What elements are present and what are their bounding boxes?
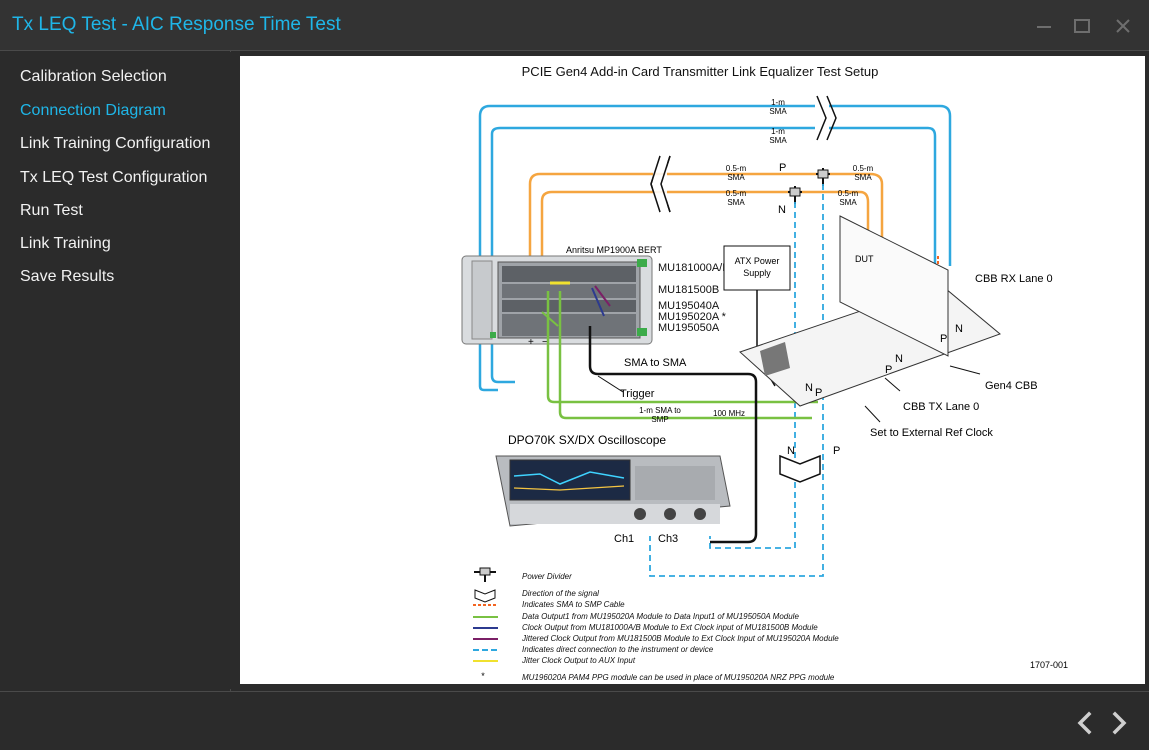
cable-label-1m: 1-m bbox=[771, 98, 785, 107]
atx-label: ATX Power bbox=[735, 256, 780, 266]
cable-label-sma: SMA bbox=[839, 198, 857, 207]
legend-text: Data Output1 from MU195020A Module to Da… bbox=[522, 612, 799, 621]
bert-instrument bbox=[461, 255, 653, 345]
label-p: P bbox=[779, 162, 786, 174]
ext-ref-pointer bbox=[864, 405, 881, 423]
scope-label: DPO70K SX/DX Oscilloscope bbox=[508, 433, 666, 447]
cable-label-05m: 0.5-m bbox=[838, 189, 859, 198]
label-p: P bbox=[940, 333, 947, 345]
connection-diagram: PCIE Gen4 Add-in Card Transmitter Link E… bbox=[240, 56, 1145, 684]
cable-label-05m: 0.5-m bbox=[726, 189, 747, 198]
window-title: Tx LEQ Test - AIC Response Time Test bbox=[12, 14, 341, 35]
cable-label-sma: SMA bbox=[769, 107, 787, 116]
legend-text: Jittered Clock Output from MU181500B Mod… bbox=[521, 634, 839, 643]
chevron-right-icon[interactable] bbox=[1108, 710, 1130, 736]
atx-label: Supply bbox=[743, 268, 771, 278]
legend-text: Indicates direct connection to the instr… bbox=[522, 645, 714, 654]
title-bar: Tx LEQ Test - AIC Response Time Test bbox=[0, 0, 1149, 50]
cable-label-1m: 1-m bbox=[771, 127, 785, 136]
document-id: 1707-001 bbox=[1030, 660, 1068, 670]
cable-label-05m: 0.5-m bbox=[726, 164, 747, 173]
sidebar-item-calibration-selection[interactable]: Calibration Selection bbox=[20, 68, 167, 86]
cable-label-sma: SMA bbox=[854, 173, 872, 182]
cable-blue-outer-left bbox=[478, 116, 498, 392]
legend-text: Clock Output from MU181000A/B Module to … bbox=[522, 623, 818, 632]
gen4-cbb-board bbox=[739, 215, 1001, 407]
diagram-canvas: PCIE Gen4 Add-in Card Transmitter Link E… bbox=[461, 64, 1068, 682]
signal-direction-icon bbox=[474, 589, 496, 603]
footer-bar bbox=[0, 692, 1149, 750]
trigger-label: Trigger bbox=[620, 388, 655, 400]
cable-label-sma-to-smp: 1-m SMA to bbox=[639, 406, 681, 415]
cable-label-sma-to-smp: SMP bbox=[651, 415, 668, 424]
module-label: MU195050A bbox=[658, 322, 720, 334]
legend-text: Indicates SMA to SMP Cable bbox=[522, 600, 625, 609]
label-p: P bbox=[833, 445, 840, 457]
bert-label: Anritsu MP1900A BERT bbox=[566, 245, 662, 255]
dut-label: DUT bbox=[855, 254, 874, 264]
sidebar-item-tx-leq-test-configuration[interactable]: Tx LEQ Test Configuration bbox=[20, 169, 207, 187]
label-n: N bbox=[955, 323, 963, 335]
label-n: N bbox=[787, 445, 795, 457]
label-p: P bbox=[885, 364, 892, 376]
legend: * Power Divider Direction of the signal … bbox=[473, 567, 839, 682]
label-n: N bbox=[778, 204, 786, 216]
ch3-label: Ch3 bbox=[658, 533, 678, 545]
legend-text: Power Divider bbox=[522, 572, 572, 581]
ext-ref-label: Set to External Ref Clock bbox=[870, 427, 993, 439]
sma-to-sma-label: SMA to SMA bbox=[624, 357, 687, 369]
label-plus: + bbox=[528, 337, 534, 348]
power-divider-icon bbox=[474, 567, 496, 582]
cable-label-sma: SMA bbox=[727, 198, 745, 207]
diagram-title: PCIE Gen4 Add-in Card Transmitter Link E… bbox=[522, 64, 879, 79]
label-n: N bbox=[895, 353, 903, 365]
label-n: N bbox=[805, 382, 813, 394]
close-icon[interactable] bbox=[1113, 16, 1133, 36]
cable-label-sma: SMA bbox=[727, 173, 745, 182]
sidebar-item-save-results[interactable]: Save Results bbox=[20, 268, 114, 286]
legend-text: MU196020A PAM4 PPG module can be used in… bbox=[522, 673, 835, 682]
cbb-tx-label: CBB TX Lane 0 bbox=[903, 401, 979, 413]
ch1-label: Ch1 bbox=[614, 533, 634, 545]
sidebar-item-link-training-configuration[interactable]: Link Training Configuration bbox=[20, 135, 210, 153]
legend-text: Direction of the signal bbox=[522, 589, 599, 598]
power-divider-icon bbox=[788, 186, 802, 204]
legend-text: Jitter Clock Output to AUX Input bbox=[521, 656, 636, 665]
maximize-icon[interactable] bbox=[1072, 16, 1092, 36]
chevron-left-icon[interactable] bbox=[1074, 710, 1096, 736]
minimize-icon[interactable] bbox=[1034, 16, 1054, 36]
legend-star: * bbox=[481, 671, 485, 681]
sidebar-item-connection-diagram[interactable]: Connection Diagram bbox=[20, 102, 166, 120]
signal-direction-arrow-down bbox=[779, 454, 821, 483]
gen4-cbb-label: Gen4 CBB bbox=[985, 380, 1038, 392]
sidebar-item-run-test[interactable]: Run Test bbox=[20, 202, 83, 220]
cbb-rx-label: CBB RX Lane 0 bbox=[975, 273, 1053, 285]
sidebar-item-link-training[interactable]: Link Training bbox=[20, 235, 111, 253]
module-label: MU181000A/B bbox=[658, 262, 730, 274]
freq-label: 100 MHz bbox=[713, 409, 745, 418]
cable-label-sma: SMA bbox=[769, 136, 787, 145]
cable-label-05m: 0.5-m bbox=[853, 164, 874, 173]
power-divider-icon bbox=[816, 168, 830, 186]
cbb-tx-pointer bbox=[884, 377, 901, 392]
sidebar-nav: Calibration Selection Connection Diagram… bbox=[0, 51, 230, 691]
oscilloscope bbox=[495, 455, 731, 527]
label-p: P bbox=[815, 387, 822, 399]
gen4-cbb-pointer bbox=[949, 365, 981, 375]
module-label: MU181500B bbox=[658, 284, 719, 296]
